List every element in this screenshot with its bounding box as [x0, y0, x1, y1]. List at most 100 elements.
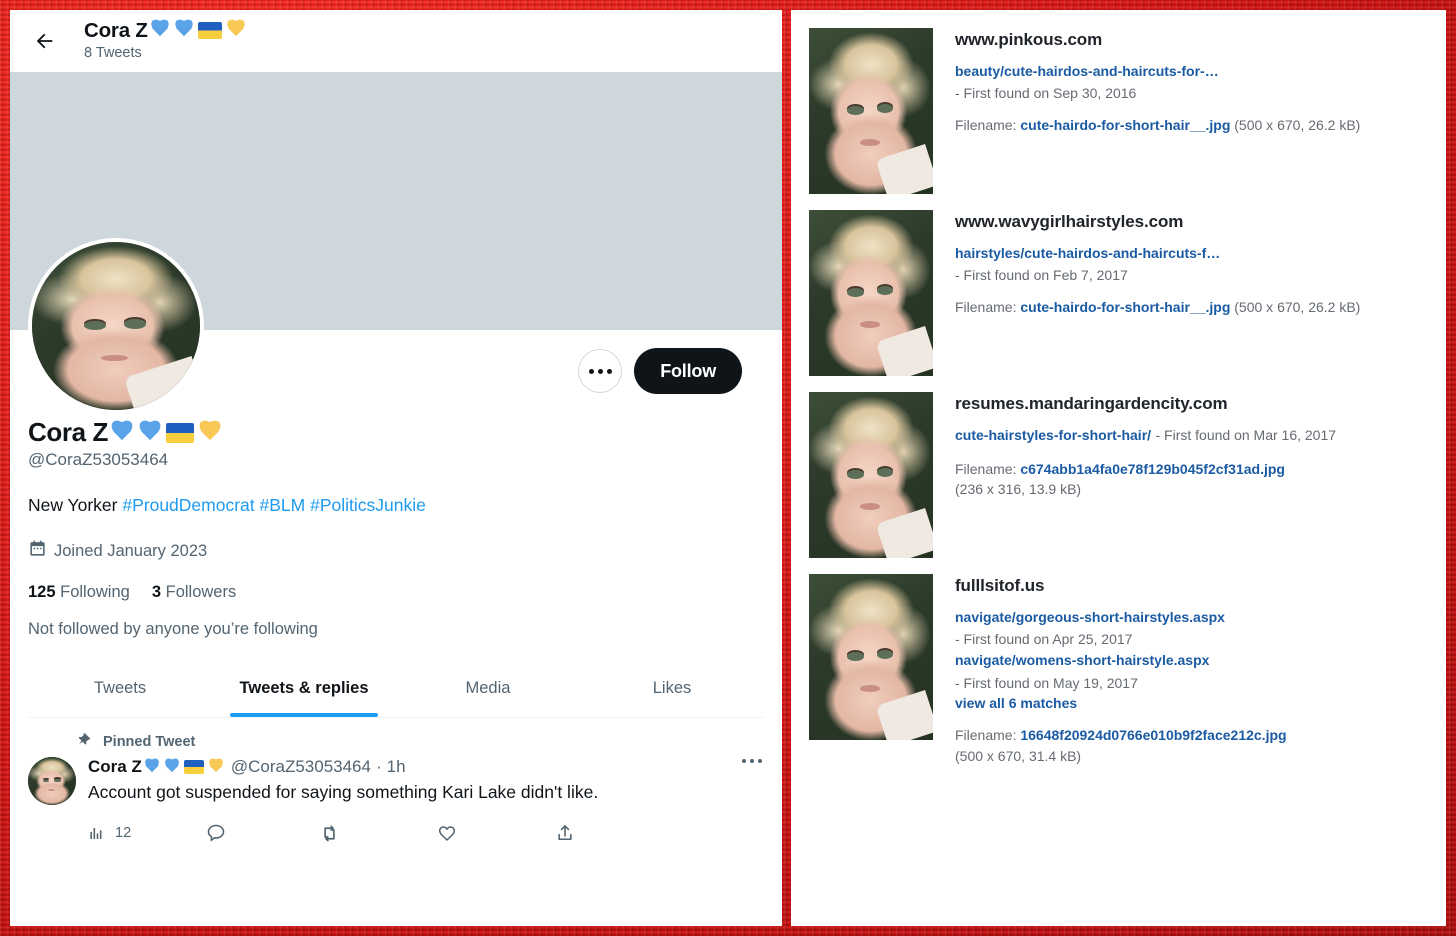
result-thumbnail[interactable] [809, 28, 933, 194]
back-arrow-icon[interactable] [28, 24, 62, 58]
result-path-link[interactable]: navigate/gorgeous-short-hairstyles.aspx [955, 609, 1225, 625]
more-horizontal-icon[interactable] [740, 759, 764, 764]
result-info: www.wavygirlhairstyles.com hairstyles/cu… [955, 210, 1430, 376]
blue-heart-emoji [162, 759, 182, 775]
filename-label: Filename: [955, 117, 1017, 134]
result-path-link[interactable]: hairstyles/cute-hairdos-and-haircuts-f… [955, 245, 1220, 261]
pin-icon [76, 732, 91, 751]
result-first-found: - First found on May 19, 2017 [955, 674, 1138, 691]
blue-heart-emoji [142, 759, 162, 775]
profile-handle: @CoraZ53053464 [28, 449, 169, 469]
retweet-icon[interactable] [319, 823, 437, 844]
tweet-author-text: Cora Z [88, 757, 142, 777]
result-path-link[interactable]: navigate/womens-short-hairstyle.aspx [955, 652, 1209, 668]
profile-header: Cora Z 8 Tweets [10, 10, 782, 72]
result-domain: www.pinkous.com [955, 30, 1103, 49]
tab-media[interactable]: Media [396, 661, 580, 717]
result-domain: www.wavygirlhairstyles.com [955, 212, 1184, 231]
follow-button[interactable]: Follow [634, 348, 742, 394]
file-dimensions: (500 x 670, 31.4 kB) [955, 747, 1082, 764]
tweet-main: Cora Z @CoraZ53053464 · 1h Account got s… [28, 757, 764, 844]
tweet-text: Account got suspended for saying somethi… [88, 782, 599, 803]
header-tweet-count: 8 Tweets [84, 45, 142, 62]
calendar-icon [28, 539, 47, 563]
list-item: resumes.mandaringardencity.com cute-hair… [809, 392, 1430, 558]
result-first-found: - First found on Apr 25, 2017 [955, 631, 1133, 648]
pinned-label-row: Pinned Tweet [76, 732, 764, 751]
tab-likes[interactable]: Likes [580, 661, 764, 717]
avatar[interactable] [28, 238, 204, 414]
tweet-content: Cora Z @CoraZ53053464 · 1h Account got s… [88, 757, 764, 844]
result-thumbnail[interactable] [809, 392, 933, 558]
analytics-icon[interactable]: 12 [88, 824, 206, 843]
result-paths: cute-hairstyles-for-short-hair/ - First … [955, 424, 1430, 447]
page-title: Cora Z [28, 417, 764, 448]
view-all-matches-link[interactable]: view all 6 matches [955, 693, 1430, 713]
result-filename-row: Filename: c674abb1a4fa0e78f129b045f2cf31… [955, 459, 1430, 500]
filename-label: Filename: [955, 727, 1017, 744]
twitter-profile-panel: Cora Z 8 Tweets Follow Cora Z @CoraZ5305… [10, 10, 782, 926]
followers-stat[interactable]: 3 Followers [152, 583, 236, 602]
tweet-author-name[interactable]: Cora Z [88, 757, 226, 777]
tab-tweets-and-replies[interactable]: Tweets & replies [212, 661, 396, 717]
following-stat[interactable]: 125 Following [28, 583, 130, 602]
profile-action-buttons: Follow [578, 348, 742, 394]
result-first-found: - First found on Sep 30, 2016 [955, 85, 1137, 102]
joined-date-row: Joined January 2023 [28, 539, 764, 563]
display-name-text: Cora Z [28, 417, 108, 447]
followers-label: Followers [165, 583, 237, 602]
hashtag-link[interactable]: #BLM [260, 495, 306, 515]
result-paths: navigate/gorgeous-short-hairstyles.aspx … [955, 606, 1430, 713]
result-path-link[interactable]: beauty/cute-hairdos-and-haircuts-for-… [955, 63, 1219, 79]
blue-heart-emoji [108, 421, 136, 445]
pinned-tweet[interactable]: Pinned Tweet Cora Z @CoraZ53053464 · 1h … [10, 718, 782, 854]
header-text-block: Cora Z 8 Tweets [84, 19, 248, 64]
hashtag-link[interactable]: #PoliticsJunkie [310, 495, 426, 515]
yellow-heart-emoji [196, 421, 224, 445]
avatar-image [32, 242, 200, 410]
more-horizontal-icon[interactable] [578, 349, 623, 393]
tweet-avatar[interactable] [28, 757, 76, 806]
file-dimensions: (500 x 670, 26.2 kB) [1234, 299, 1361, 316]
blue-heart-emoji [148, 20, 172, 40]
tweet-timestamp[interactable]: 1h [387, 757, 406, 777]
profile-stats: 125 Following 3 Followers [28, 583, 764, 602]
list-item: fulllsitof.us navigate/gorgeous-short-ha… [809, 574, 1430, 766]
result-thumbnail[interactable] [809, 574, 933, 740]
yellow-heart-emoji [206, 759, 226, 775]
file-dimensions: (500 x 670, 26.2 kB) [1234, 117, 1361, 134]
ukraine-flag-emoji [165, 422, 194, 443]
list-item: www.pinkous.com beauty/cute-hairdos-and-… [809, 28, 1430, 194]
result-paths: hairstyles/cute-hairdos-and-haircuts-f… … [955, 242, 1430, 285]
like-icon[interactable] [437, 823, 555, 843]
header-display-name: Cora Z [84, 19, 248, 43]
filename-link[interactable]: c674abb1a4fa0e78f129b045f2cf31ad.jpg [1020, 461, 1285, 477]
file-dimensions: (236 x 316, 13.9 kB) [955, 481, 1082, 498]
tweet-separator: · [375, 757, 382, 777]
tweet-meta: Cora Z @CoraZ53053464 · 1h [88, 757, 764, 777]
followers-count: 3 [151, 583, 162, 602]
tweet-handle[interactable]: @CoraZ53053464 [231, 757, 371, 777]
tab-tweets[interactable]: Tweets [28, 661, 212, 717]
bio-plain-text: New Yorker [28, 494, 123, 515]
result-domain: fulllsitof.us [955, 576, 1045, 595]
result-info: resumes.mandaringardencity.com cute-hair… [955, 392, 1430, 558]
tweet-actions: 12 [88, 823, 764, 844]
blue-heart-emoji [136, 421, 164, 445]
analytics-count: 12 [115, 825, 132, 842]
filename-link[interactable]: 16648f20924d0766e010b9f2face212c.jpg [1020, 727, 1286, 743]
share-icon[interactable] [555, 823, 575, 843]
result-filename-row: Filename: cute-hairdo-for-short-hair__.j… [955, 115, 1430, 135]
joined-date-text: Joined January 2023 [54, 541, 208, 560]
result-first-found: - First found on Mar 16, 2017 [1155, 427, 1337, 443]
result-thumbnail[interactable] [809, 210, 933, 376]
filename-link[interactable]: cute-hairdo-for-short-hair__.jpg [1020, 117, 1230, 133]
filename-label: Filename: [955, 299, 1017, 316]
filename-link[interactable]: cute-hairdo-for-short-hair__.jpg [1020, 299, 1230, 315]
yellow-heart-emoji [224, 20, 248, 40]
reply-icon[interactable] [206, 823, 319, 843]
result-paths: beauty/cute-hairdos-and-haircuts-for-… -… [955, 60, 1430, 103]
result-path-link[interactable]: cute-hairstyles-for-short-hair/ [955, 427, 1151, 443]
following-count: 125 [28, 583, 56, 602]
hashtag-link[interactable]: #ProudDemocrat [122, 495, 254, 515]
